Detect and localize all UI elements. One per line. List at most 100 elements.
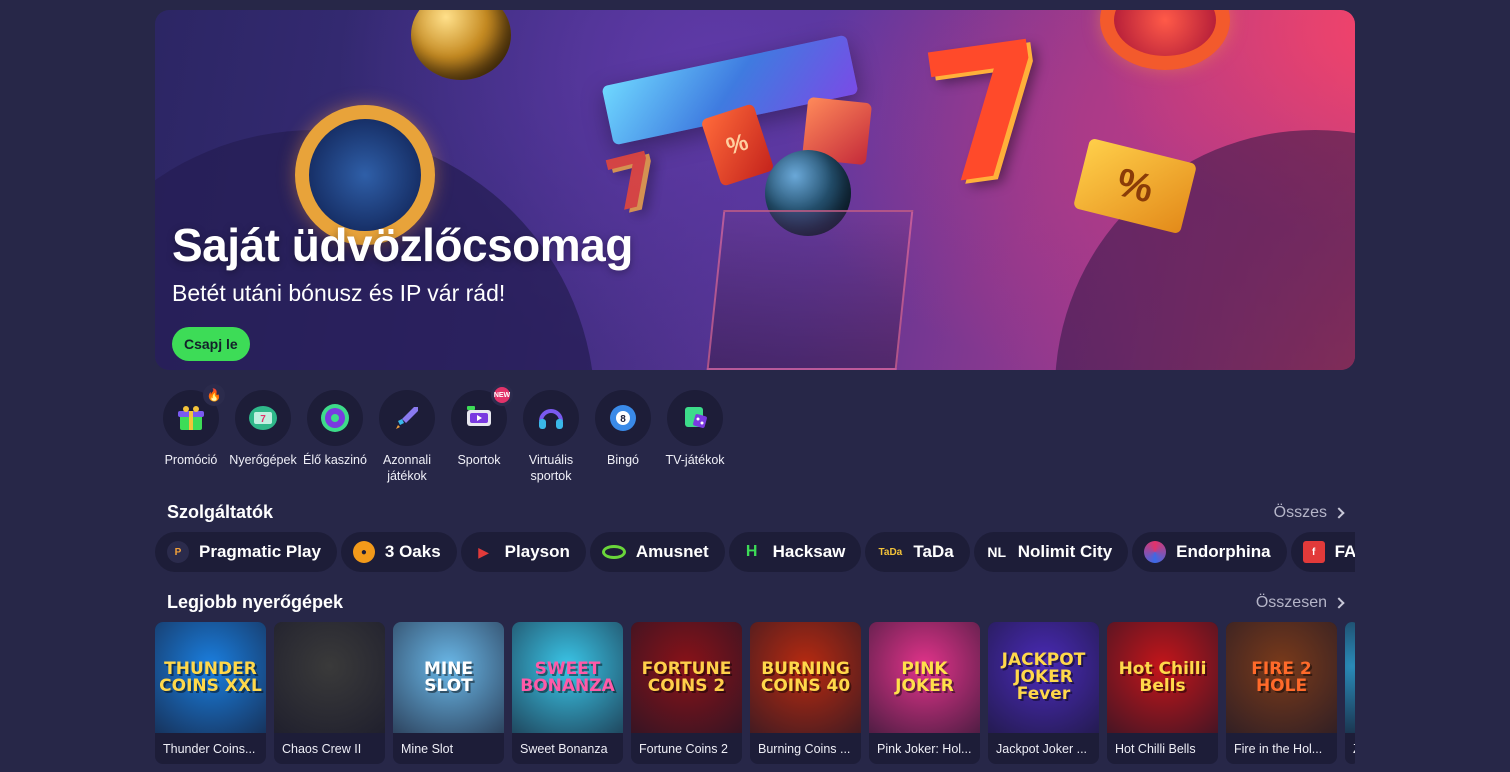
game-card[interactable]: BURNING COINS 40 Burning Coins ... <box>750 622 861 764</box>
category-bingo[interactable]: 8 Bingó <box>587 390 659 484</box>
game-card[interactable]: Chaos Crew II <box>274 622 385 764</box>
game-card[interactable]: JACKPOT JOKER Fever Jackpot Joker ... <box>988 622 1099 764</box>
provider-3-oaks[interactable]: ● 3 Oaks <box>340 532 457 572</box>
category-nav: 🔥 Promóció 7 Nyerőgépek Élő kaszinó Azon… <box>155 384 731 484</box>
chevron-right-icon <box>1333 596 1345 609</box>
provider-pragmatic-play[interactable]: P Pragmatic Play <box>155 532 337 572</box>
tv-sport-icon <box>467 406 491 426</box>
top-slots-header: Legjobb nyerőgépek Összesen <box>167 592 1345 613</box>
category-label: Virtuális sportok <box>528 453 574 483</box>
game-name: Burning Coins ... <box>758 742 851 756</box>
gift-icon <box>178 406 204 430</box>
game-thumbnail: MINE SLOT <box>393 622 504 733</box>
game-thumbnail: THUNDER COINS XXL <box>155 622 266 733</box>
glass-box-icon <box>706 210 914 370</box>
fazi-logo-icon: f <box>1302 541 1325 563</box>
game-art-title <box>326 674 334 682</box>
game-card[interactable]: MINE SLOT Mine Slot <box>393 622 504 764</box>
provider-playson[interactable]: ▶ Playson <box>460 532 586 572</box>
hero-subtitle: Betét utáni bónusz és IP vár rád! <box>172 280 506 306</box>
slot-machine-icon: 7 <box>249 406 277 430</box>
tv-dice-icon <box>685 407 707 428</box>
prohibition-coin-icon <box>1100 10 1230 70</box>
game-thumbnail <box>1345 622 1355 733</box>
game-art-title: JACKPOT JOKER Fever <box>1001 650 1086 704</box>
providers-see-all-link[interactable]: Összes <box>1274 504 1345 522</box>
game-card[interactable]: Hot Chilli Bells Hot Chilli Bells <box>1107 622 1218 764</box>
game-name: Jackpot Joker ... <box>996 742 1088 756</box>
provider-endorphina[interactable]: Endorphina <box>1132 532 1287 572</box>
game-card[interactable]: SWEET BONANZA Sweet Bonanza <box>512 622 623 764</box>
game-name: Fire in the Hol... <box>1234 742 1323 756</box>
game-name: Z <box>1345 733 1355 756</box>
top-slots-see-all-link[interactable]: Összesen <box>1256 594 1345 612</box>
category-label: Bingó <box>607 453 639 467</box>
game-art-title: FORTUNE COINS 2 <box>641 658 732 696</box>
category-promotions[interactable]: 🔥 Promóció <box>155 384 227 484</box>
category-slots[interactable]: 7 Nyerőgépek <box>227 390 299 484</box>
main-content: % 7 7 % Saját üdvözlőcsomag Betét utáni … <box>155 10 1355 764</box>
game-card[interactable]: THUNDER COINS XXL Thunder Coins... <box>155 622 266 764</box>
category-label: Sportok <box>457 453 501 467</box>
hacksaw-logo-icon: H <box>745 543 758 560</box>
provider-hacksaw[interactable]: H Hacksaw <box>728 532 862 572</box>
hero-banner[interactable]: % 7 7 % Saját üdvözlőcsomag Betét utáni … <box>155 10 1355 370</box>
providers-row: P Pragmatic Play ● 3 Oaks ▶ Playson Amus… <box>155 532 1355 572</box>
endorphina-logo-icon <box>1144 541 1167 563</box>
soccer-ball-icon <box>411 10 511 80</box>
tada-logo-icon: TaDa <box>878 546 903 558</box>
pragmatic-logo-icon: P <box>167 541 189 563</box>
game-thumbnail <box>274 622 385 733</box>
svg-text:8: 8 <box>620 414 626 425</box>
category-instant-games[interactable]: Azonnali játékok <box>371 390 443 484</box>
game-card[interactable]: FIRE 2 HOLE Fire in the Hol... <box>1226 622 1337 764</box>
top-slots-row: THUNDER COINS XXL Thunder Coins... Chaos C… <box>155 622 1355 772</box>
game-name: Chaos Crew II <box>282 742 362 756</box>
category-tv-games[interactable]: TV-játékok <box>659 390 731 484</box>
discount-ticket-icon: % <box>1072 137 1198 235</box>
category-virtual-sports[interactable]: Virtuális sportok <box>515 390 587 484</box>
game-art-title: SWEET BONANZA <box>520 658 615 696</box>
lucky-seven-icon: 7 <box>911 10 1065 227</box>
provider-amusnet[interactable]: Amusnet <box>589 532 725 572</box>
game-thumbnail: JACKPOT JOKER Fever <box>988 622 1099 733</box>
category-sports[interactable]: NEW Sportok <box>443 384 515 484</box>
category-label: Nyerőgépek <box>229 453 297 467</box>
new-badge: NEW <box>491 384 513 406</box>
game-art-title: BURNING COINS 40 <box>760 658 851 696</box>
provider-tada[interactable]: TaDa TaDa <box>865 532 970 572</box>
hero-title: Saját üdvözlőcsomag <box>172 219 633 271</box>
game-name: Fortune Coins 2 <box>639 742 728 756</box>
provider-fazi[interactable]: f FAZI <box>1290 532 1355 572</box>
nolimit-logo-icon: NL <box>987 544 1007 560</box>
providers-title: Szolgáltatók <box>167 502 274 522</box>
claim-bonus-button[interactable]: Csapj le <box>172 327 250 361</box>
game-card[interactable]: FORTUNE COINS 2 Fortune Coins 2 <box>631 622 742 764</box>
game-thumbnail: FORTUNE COINS 2 <box>631 622 742 733</box>
game-thumbnail: BURNING COINS 40 <box>750 622 861 733</box>
game-thumbnail: FIRE 2 HOLE <box>1226 622 1337 733</box>
chevron-right-icon <box>1333 506 1345 519</box>
discount-ticket-icon: % <box>700 103 775 187</box>
headset-icon <box>539 409 563 429</box>
providers-header: Szolgáltatók Összes <box>167 502 1345 523</box>
game-art-title: PINK JOKER <box>895 658 954 696</box>
game-thumbnail: PINK JOKER <box>869 622 980 733</box>
game-card[interactable]: PINK JOKER Pink Joker: Hol... <box>869 622 980 764</box>
svg-text:7: 7 <box>260 414 266 425</box>
top-slots-title: Legjobb nyerőgépek <box>167 592 344 612</box>
game-art-title: FIRE 2 HOLE <box>1251 658 1312 696</box>
roulette-icon <box>321 404 349 432</box>
fire-icon: 🔥 <box>203 384 225 406</box>
game-art-title: MINE SLOT <box>423 658 474 696</box>
lucky-seven-icon: 7 <box>597 135 667 229</box>
category-live-casino[interactable]: Élő kaszinó <box>299 390 371 484</box>
game-name: Thunder Coins... <box>163 742 256 756</box>
game-card[interactable]: Z <box>1345 622 1355 764</box>
bingo-ball-icon: 8 <box>610 405 636 431</box>
rocket-icon <box>396 407 418 429</box>
category-label: Azonnali játékok <box>383 453 431 483</box>
game-art-title: THUNDER COINS XXL <box>159 658 262 696</box>
provider-nolimit-city[interactable]: NL Nolimit City <box>973 532 1129 572</box>
game-thumbnail: Hot Chilli Bells <box>1107 622 1218 733</box>
